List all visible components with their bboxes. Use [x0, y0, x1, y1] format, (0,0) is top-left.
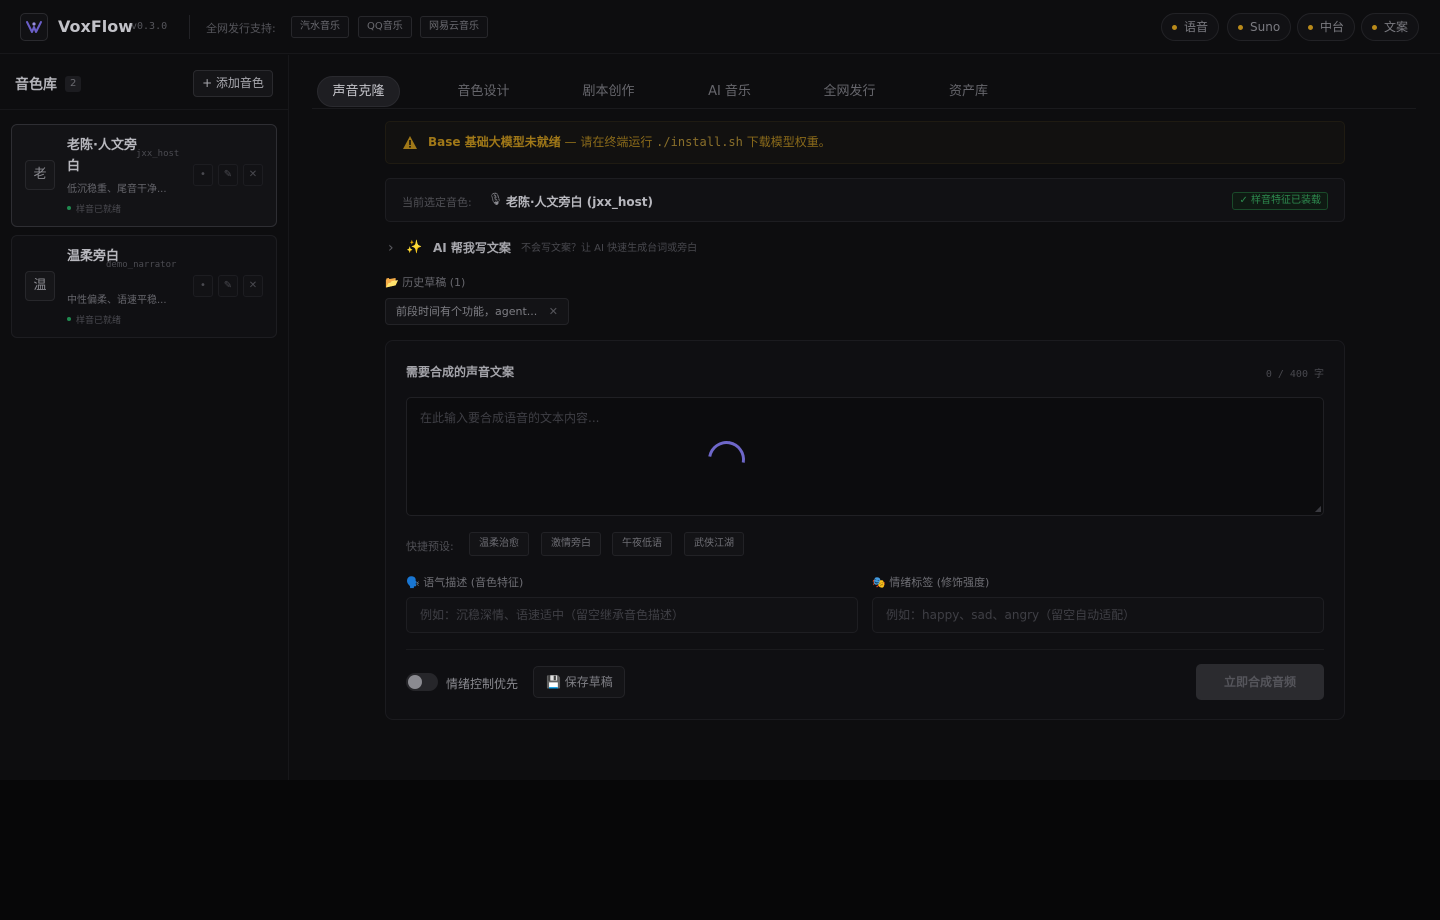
status-label: 语音 — [1184, 20, 1209, 34]
save-draft-button[interactable]: 💾 保存草稿 — [533, 666, 625, 698]
chevron-right-icon: › — [388, 240, 394, 256]
warning-text: 下载模型权重。 — [742, 135, 831, 149]
edit-icon[interactable]: ✎ — [218, 164, 238, 186]
install-command: ./install.sh — [656, 135, 743, 149]
emotion-input[interactable]: 例如：happy、sad、angry（留空自动适配） — [872, 597, 1324, 633]
sparkle-icon: ✨ — [406, 240, 423, 255]
current-voice-name: 老陈·人文旁白 (jxx_host) — [506, 195, 653, 209]
tab-script-writing[interactable]: 剧本创作 — [567, 76, 650, 107]
model-warning-banner: Base 基础大模型未就绪 — 请在终端运行 ./install.sh 下载模型… — [385, 121, 1345, 164]
preset-button[interactable]: 武侠江湖 — [684, 532, 744, 556]
synthesize-button[interactable]: 立即合成音频 — [1196, 664, 1324, 700]
warning-icon — [403, 136, 417, 149]
status-pill-suno[interactable]: Suno — [1227, 13, 1292, 41]
status-label: 文案 — [1384, 20, 1409, 34]
emotion-priority-toggle[interactable] — [406, 673, 438, 691]
status-pill-copywriting[interactable]: 文案 — [1361, 13, 1420, 41]
tab-voice-clone[interactable]: 声音克隆 — [317, 76, 400, 107]
status-dot-icon — [1172, 25, 1177, 30]
distribution-label: 全网发行支持: — [206, 22, 276, 35]
loading-spinner-icon — [700, 433, 753, 486]
status-pill-middleware[interactable]: 中台 — [1297, 13, 1356, 41]
history-draft-chip[interactable]: 前段时间有个功能，agent... ✕ — [385, 298, 569, 325]
voice-description: 低沉稳重、尾音干净... — [67, 184, 167, 195]
status-dot-icon — [1308, 25, 1313, 30]
toggle-label: 情绪控制优先 — [446, 677, 519, 691]
microphone-icon: 🎙 — [488, 192, 504, 206]
toggle-knob — [408, 675, 422, 689]
status-label: 中台 — [1320, 20, 1345, 34]
voice-code: jxx_host — [136, 149, 180, 159]
voice-count-badge: 2 — [65, 76, 82, 92]
preset-button[interactable]: 午夜低语 — [612, 532, 672, 556]
platform-tag: QQ音乐 — [358, 16, 412, 38]
editor-title: 需要合成的声音文案 — [406, 365, 515, 379]
ai-helper-subtitle: 不会写文案？让 AI 快速生成台词或旁白 — [521, 243, 698, 254]
tab-voice-design[interactable]: 音色设计 — [442, 76, 525, 107]
dot-icon[interactable]: • — [193, 164, 213, 186]
char-counter: 0 / 400 字 — [1265, 369, 1324, 380]
presets-label: 快捷预设: — [406, 540, 454, 553]
status-dot-icon — [1372, 25, 1377, 30]
app-name: VoxFlow — [58, 17, 134, 36]
voice-status: 样音已就绪 — [67, 313, 121, 326]
tab-ai-music[interactable]: AI 音乐 — [688, 76, 771, 107]
top-bar: VoxFlow v0.3.0 全网发行支持: 汽水音乐 QQ音乐 网易云音乐 语… — [0, 0, 1440, 54]
voice-library-sidebar: 音色库 2 + 添加音色 老 老陈·人文旁白 jxx_host 低沉稳重、尾音干… — [0, 55, 289, 780]
close-icon[interactable]: ✕ — [243, 275, 263, 297]
current-voice-label: 当前选定音色: — [402, 196, 472, 209]
synthesis-panel: 需要合成的声音文案 0 / 400 字 在此输入要合成语音的文本内容... ◢ … — [385, 340, 1345, 720]
voice-code: demo_narrator — [106, 260, 177, 270]
warning-text: — 请在终端运行 — [560, 135, 657, 149]
current-voice-bar: 当前选定音色: 🎙 老陈·人文旁白 (jxx_host) ✓ 样音特征已装载 — [385, 178, 1345, 222]
script-textarea[interactable]: 在此输入要合成语音的文本内容... ◢ — [406, 397, 1324, 516]
tab-assets[interactable]: 资产库 — [927, 76, 1010, 107]
preset-button[interactable]: 温柔治愈 — [469, 532, 529, 556]
sidebar-title: 音色库 — [15, 77, 57, 93]
draft-label: 前段时间有个功能，agent... — [396, 305, 538, 318]
panel-divider — [406, 649, 1324, 650]
tone-input[interactable]: 例如：沉稳深情、语速适中（留空继承音色描述） — [406, 597, 858, 633]
ai-helper-title: AI 帮我写文案 — [433, 241, 511, 255]
header-divider — [189, 15, 190, 39]
voice-status: 样音已就绪 — [67, 202, 121, 215]
add-voice-button[interactable]: + 添加音色 — [193, 70, 273, 97]
voice-avatar: 温 — [25, 271, 55, 301]
textarea-placeholder: 在此输入要合成语音的文本内容... — [420, 411, 600, 425]
status-label: Suno — [1250, 20, 1281, 34]
app-logo-icon[interactable] — [20, 13, 48, 41]
sample-loaded-badge: ✓ 样音特征已装载 — [1232, 192, 1328, 210]
preset-button[interactable]: 激情旁白 — [541, 532, 601, 556]
voice-description: 中性偏柔、语速平稳... — [67, 295, 167, 306]
close-icon[interactable]: ✕ — [549, 299, 558, 324]
tone-label: 🗣️ 语气描述 (音色特征) — [406, 576, 524, 589]
status-pill-voice[interactable]: 语音 — [1161, 13, 1220, 41]
sidebar-divider — [0, 109, 289, 110]
history-drafts-title: 📂 历史草稿 (1) — [385, 276, 466, 289]
app-root: VoxFlow v0.3.0 全网发行支持: 汽水音乐 QQ音乐 网易云音乐 语… — [0, 0, 1440, 780]
platform-tag: 汽水音乐 — [291, 16, 349, 38]
resize-handle-icon[interactable]: ◢ — [1315, 504, 1321, 513]
voice-card[interactable]: 老 老陈·人文旁白 jxx_host 低沉稳重、尾音干净... 样音已就绪 • … — [11, 124, 277, 227]
close-icon[interactable]: ✕ — [243, 164, 263, 186]
main-tabs: 声音克隆 音色设计 剧本创作 AI 音乐 全网发行 资产库 — [312, 76, 1416, 109]
platform-tag: 网易云音乐 — [420, 16, 488, 38]
edit-icon[interactable]: ✎ — [218, 275, 238, 297]
voice-card[interactable]: 温 温柔旁白 demo_narrator 中性偏柔、语速平稳... 样音已就绪 … — [11, 235, 277, 338]
voice-name: 老陈·人文旁白 — [67, 138, 137, 174]
tab-distribution[interactable]: 全网发行 — [808, 76, 891, 107]
app-version: v0.3.0 — [131, 21, 168, 32]
dot-icon[interactable]: • — [193, 275, 213, 297]
warning-title: Base 基础大模型未就绪 — [428, 135, 561, 149]
voice-avatar: 老 — [25, 160, 55, 190]
status-dot-icon — [1238, 25, 1243, 30]
emotion-label: 🎭 情绪标签 (修饰强度) — [872, 576, 990, 589]
